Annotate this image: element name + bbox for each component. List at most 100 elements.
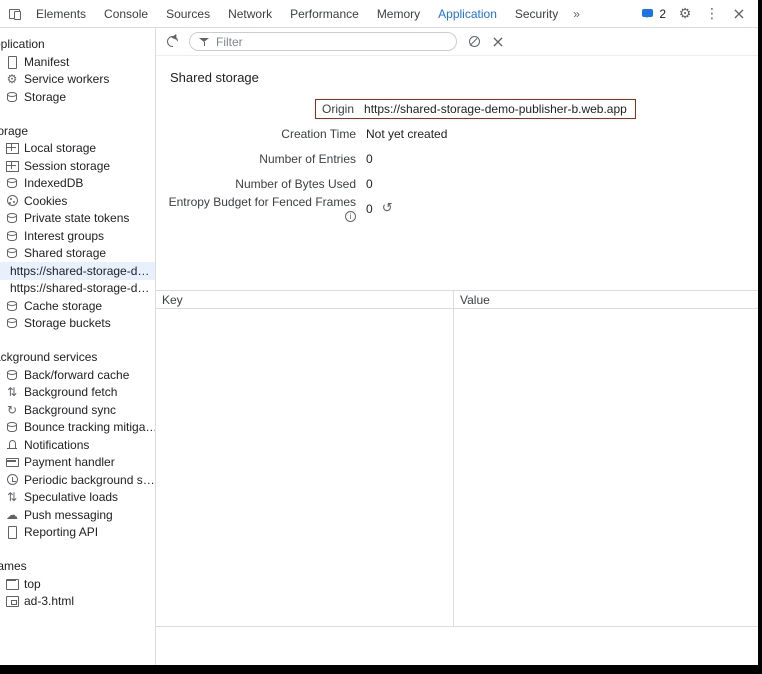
more-tabs-icon[interactable]: » [567,0,586,27]
sidebar-item-indexeddb[interactable]: IndexedDB [0,175,155,193]
table-icon [5,141,19,155]
sidebar-item-background-fetch[interactable]: ⇅ Background fetch [0,384,155,402]
sidebar-item-label: https://shared-storage-d… [10,264,149,278]
page-title: Shared storage [156,56,758,96]
sidebar-item-notifications[interactable]: Notifications [0,436,155,454]
inspect-highlight-box: Origin https://shared-storage-demo-publi… [315,99,636,119]
meta-value-origin: https://shared-storage-demo-publisher-b.… [364,102,627,116]
tab-elements[interactable]: Elements [27,0,95,27]
meta-value-entropy-budget: 0 [366,202,373,216]
meta-label-creation-time: Creation Time [281,127,356,141]
meta-row-number-of-bytes: Number of Bytes Used 0 [156,171,758,196]
sidebar-item-label: Shared storage [24,246,106,260]
database-icon [5,316,19,330]
refresh-icon[interactable] [165,35,179,49]
database-icon [5,246,19,260]
sidebar-item-label: Service workers [24,72,109,86]
sidebar-item-push-messaging[interactable]: ☁ Push messaging [0,506,155,524]
cloud-icon: ☁ [5,508,19,522]
sidebar-item-label: Storage buckets [24,316,111,330]
sidebar-item-private-state-tokens[interactable]: Private state tokens [0,210,155,228]
info-icon[interactable] [345,211,356,222]
meta-row-number-of-entries: Number of Entries 0 [156,146,758,171]
tab-application[interactable]: Application [429,0,506,27]
sidebar-item-local-storage[interactable]: Local storage [0,140,155,158]
sidebar-item-label: Push messaging [24,508,113,522]
column-header-value[interactable]: Value [454,291,758,308]
database-icon [5,420,19,434]
sidebar-item-session-storage[interactable]: Session storage [0,157,155,175]
sidebar-item-label: Local storage [24,141,96,155]
sidebar-item-cookies[interactable]: Cookies [0,192,155,210]
tab-memory[interactable]: Memory [368,0,429,27]
tab-security[interactable]: Security [506,0,567,27]
service-worker-gear-icon: ⚙ [5,72,19,86]
table-body-value-column [454,309,758,626]
sidebar-item-storage-buckets[interactable]: Storage buckets [0,315,155,333]
section-header-frames: Frames [0,557,155,575]
sidebar-item-label: Back/forward cache [24,368,129,382]
payment-card-icon [5,455,19,469]
delete-all-icon[interactable] [467,35,481,49]
reset-entropy-budget-icon[interactable]: ↺ [382,202,393,216]
sidebar-item-back-forward-cache[interactable]: Back/forward cache [0,366,155,384]
database-icon [5,176,19,190]
cookie-icon [5,194,19,208]
console-messages-badge[interactable]: 2 [641,7,666,21]
filter-box[interactable] [189,32,457,51]
close-icon[interactable]: × [491,35,505,49]
sidebar-item-periodic-background-sync[interactable]: Periodic background s… [0,471,155,489]
settings-gear-icon[interactable]: ⚙ [677,6,693,22]
sidebar-item-shared-storage-origin-b[interactable]: https://shared-storage-d… [0,262,155,280]
sidebar-item-label: Interest groups [24,229,104,243]
sidebar-item-label: ad-3.html [24,594,74,608]
sidebar-item-interest-groups[interactable]: Interest groups [0,227,155,245]
application-sidebar: Application Manifest ⚙ Service workers S… [0,28,156,665]
database-icon [5,211,19,225]
sidebar-item-service-workers[interactable]: ⚙ Service workers [0,71,155,89]
section-header-storage: Storage [0,122,155,140]
sidebar-item-label: Periodic background s… [24,473,155,487]
kebab-menu-icon[interactable]: ⋮ [704,6,720,22]
meta-label-number-of-bytes: Number of Bytes Used [235,177,356,191]
sidebar-item-reporting-api[interactable]: Reporting API [0,524,155,542]
up-down-arrows-icon: ⇅ [5,490,19,504]
sidebar-item-label: Cookies [24,194,67,208]
sidebar-item-label: Speculative loads [24,490,118,504]
database-icon [5,229,19,243]
sidebar-item-frame-ad3[interactable]: ad-3.html [0,593,155,611]
database-icon [5,368,19,382]
sidebar-item-shared-storage-origin-2[interactable]: https://shared-storage-d… [0,280,155,298]
sidebar-item-storage[interactable]: Storage [0,88,155,106]
column-header-key[interactable]: Key [156,291,454,308]
close-devtools-icon[interactable]: × [731,6,747,22]
devtools-tabbar: Elements Console Sources Network Perform… [0,0,758,28]
tab-sources[interactable]: Sources [157,0,219,27]
meta-label-origin: Origin [322,102,354,116]
meta-value-creation-time: Not yet created [366,127,447,141]
section-header-background-services: Background services [0,348,155,366]
sidebar-item-background-sync[interactable]: ↻ Background sync [0,401,155,419]
messages-count: 2 [659,7,666,21]
sidebar-item-payment-handler[interactable]: Payment handler [0,454,155,472]
tab-performance[interactable]: Performance [281,0,368,27]
frame-icon [5,577,19,591]
up-down-arrows-icon: ⇅ [5,385,19,399]
sidebar-item-label: Bounce tracking mitiga… [24,420,155,434]
sidebar-item-bounce-tracking[interactable]: Bounce tracking mitiga… [0,419,155,437]
sidebar-item-label: top [24,577,41,591]
sidebar-item-frame-top[interactable]: top [0,575,155,593]
devtools-window: Elements Console Sources Network Perform… [0,0,762,674]
toggle-device-toolbar-icon[interactable] [8,7,22,21]
sidebar-item-label: Cache storage [24,299,102,313]
sidebar-item-speculative-loads[interactable]: ⇅ Speculative loads [0,489,155,507]
sidebar-item-manifest[interactable]: Manifest [0,53,155,71]
meta-value-number-of-entries: 0 [366,152,373,166]
sidebar-item-cache-storage[interactable]: Cache storage [0,297,155,315]
filter-input[interactable] [216,35,452,49]
sync-icon: ↻ [5,403,19,417]
sidebar-item-shared-storage[interactable]: Shared storage [0,245,155,263]
tab-network[interactable]: Network [219,0,281,27]
sidebar-item-label: Storage [24,90,66,104]
tab-console[interactable]: Console [95,0,157,27]
